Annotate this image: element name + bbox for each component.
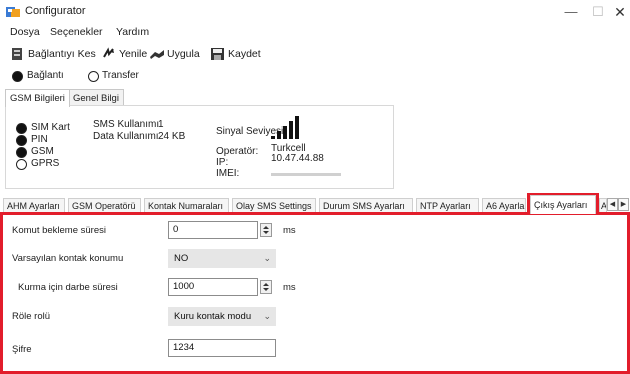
transfer-radio[interactable] <box>88 71 99 82</box>
relay-role-value: Kuru kontak modu <box>174 311 252 322</box>
gsm-info-panel: SIM Kart PIN GSM GPRS SMS Kullanımı 1 Da… <box>5 105 394 189</box>
gsm-indicator <box>16 147 27 158</box>
toolbar: Bağlantıyı Kes Yenile Uygula Kaydet <box>0 42 630 66</box>
ip-label: IP: <box>216 157 229 168</box>
sim-card-indicator <box>16 123 27 134</box>
signal-strength-icon <box>271 116 301 140</box>
apply-icon <box>149 47 165 61</box>
apply-button[interactable]: Uygula <box>149 45 200 63</box>
command-wait-spinner[interactable] <box>260 223 272 237</box>
menu-help[interactable]: Yardım <box>116 26 149 38</box>
mode-radio-group: Bağlantı Transfer <box>0 68 630 84</box>
sim-card-label: SIM Kart <box>31 122 70 133</box>
connection-radio[interactable] <box>12 71 23 82</box>
pulse-time-label: Kurma için darbe süresi <box>18 282 118 293</box>
pulse-time-spinner[interactable] <box>260 280 272 294</box>
tab-ntp-settings[interactable]: NTP Ayarları <box>416 198 479 213</box>
default-contact-label: Varsayılan kontak konumu <box>12 253 124 264</box>
tab-gsm-info[interactable]: GSM Bilgileri <box>5 89 70 107</box>
close-button[interactable]: ✕ <box>609 2 630 22</box>
output-settings-panel: Komut bekleme süresi 0 ms Varsayılan kon… <box>0 213 630 374</box>
tab-ahm-settings[interactable]: AHM Ayarları <box>3 198 65 213</box>
refresh-button[interactable]: Yenile <box>101 45 147 63</box>
tab-output-settings[interactable]: Çıkış Ayarları <box>530 195 596 214</box>
relay-role-select[interactable]: Kuru kontak modu ⌄ <box>168 307 276 326</box>
tab-event-sms-settings[interactable]: Olay SMS Settings <box>232 198 316 213</box>
refresh-label: Yenile <box>119 48 148 60</box>
operator-label: Operatör: <box>216 146 259 157</box>
apply-label: Uygula <box>167 48 200 60</box>
imei-value-redacted <box>271 173 341 176</box>
default-contact-value: NO <box>174 253 189 264</box>
disconnect-button[interactable]: Bağlantıyı Kes <box>10 45 96 63</box>
connection-label: Bağlantı <box>27 70 64 81</box>
sms-usage-value: 1 <box>158 119 164 130</box>
pulse-time-input[interactable]: 1000 <box>168 278 258 296</box>
chevron-down-icon: ⌄ <box>263 311 271 321</box>
command-wait-input[interactable]: 0 <box>168 221 258 239</box>
sms-usage-label: SMS Kullanımı <box>93 119 160 130</box>
tab-scroll-right-icon[interactable]: ▶ <box>618 198 629 211</box>
chevron-down-icon: ⌄ <box>263 253 271 263</box>
pin-label: PIN <box>31 134 48 145</box>
title-bar: Configurator — ☐ ✕ <box>0 0 630 24</box>
tab-contact-numbers[interactable]: Kontak Numaraları <box>144 198 229 213</box>
password-label: Şifre <box>12 344 32 355</box>
minimize-button[interactable]: — <box>560 2 582 22</box>
tab-gsm-operator[interactable]: GSM Operatörü <box>68 198 141 213</box>
save-button[interactable]: Kaydet <box>210 45 261 63</box>
command-wait-unit: ms <box>283 225 296 236</box>
menu-options[interactable]: Seçenekler <box>50 26 103 38</box>
password-input[interactable]: 1234 <box>168 339 276 357</box>
settings-tabs: AHM Ayarları GSM Operatörü Kontak Numara… <box>0 195 630 214</box>
relay-role-label: Röle rolü <box>12 311 51 322</box>
pin-indicator <box>16 135 27 146</box>
pulse-time-unit: ms <box>283 282 296 293</box>
command-wait-label: Komut bekleme süresi <box>12 225 106 236</box>
tab-status-sms-settings[interactable]: Durum SMS Ayarları <box>319 198 413 213</box>
window-title: Configurator <box>25 5 86 17</box>
tab-a6-settings[interactable]: A6 Ayarları <box>482 198 526 213</box>
save-label: Kaydet <box>228 48 261 60</box>
disconnect-icon <box>10 47 26 61</box>
tab-overflow[interactable]: A <box>599 198 607 213</box>
gprs-label: GPRS <box>31 158 60 169</box>
tab-general-info[interactable]: Genel Bilgi <box>68 89 124 106</box>
data-usage-label: Data Kullanımı <box>93 131 159 142</box>
ip-value: 10.47.44.88 <box>271 153 324 164</box>
tab-scroll-left-icon[interactable]: ◀ <box>607 198 618 211</box>
save-icon <box>210 47 226 61</box>
imei-label: IMEI: <box>216 168 240 179</box>
default-contact-select[interactable]: NO ⌄ <box>168 249 276 268</box>
maximize-button[interactable]: ☐ <box>587 2 609 22</box>
menu-bar: Dosya Seçenekler Yardım <box>0 24 630 42</box>
gsm-label: GSM <box>31 146 54 157</box>
menu-file[interactable]: Dosya <box>10 26 40 38</box>
disconnect-label: Bağlantıyı Kes <box>28 48 96 60</box>
app-icon <box>6 6 20 18</box>
data-usage-value: 24 KB <box>158 131 186 142</box>
transfer-label: Transfer <box>102 70 139 81</box>
gprs-indicator <box>16 159 27 170</box>
refresh-icon <box>101 47 117 61</box>
